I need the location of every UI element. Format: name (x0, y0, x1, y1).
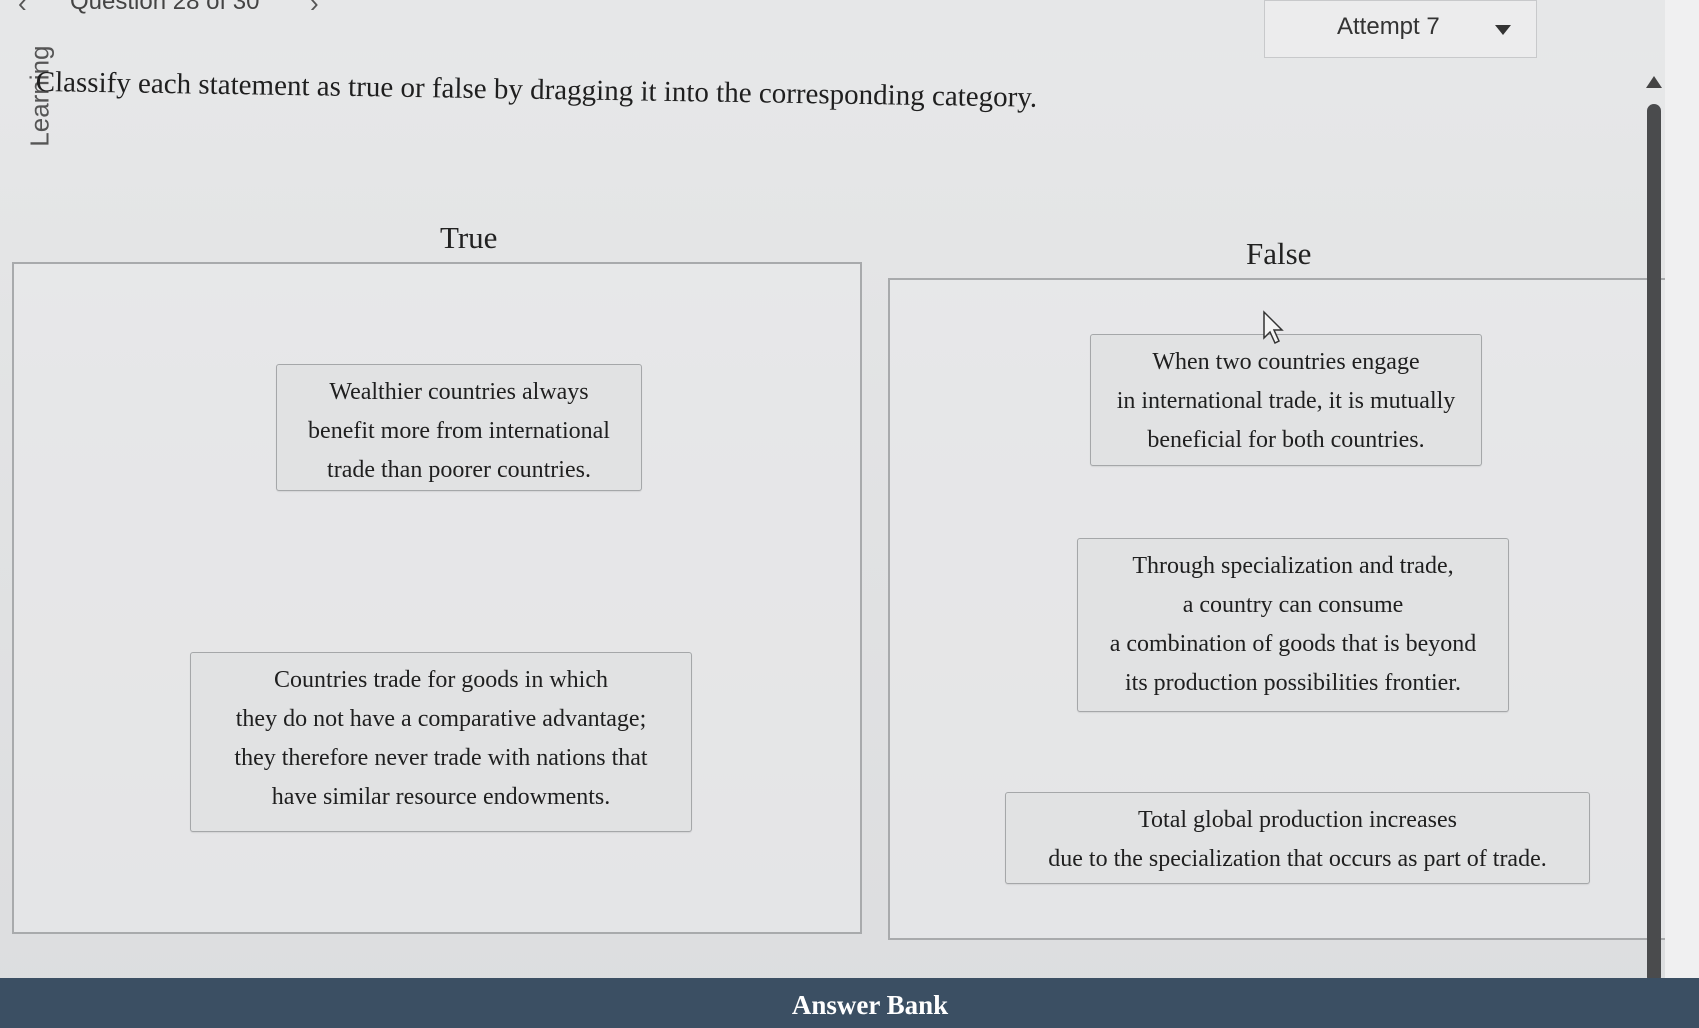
attempt-label: Attempt 7 (1337, 13, 1440, 40)
next-question-icon[interactable]: › (310, 0, 319, 19)
draggable-statement-card[interactable]: Total global production increases due to… (1005, 792, 1590, 884)
true-drop-zone[interactable] (12, 262, 862, 934)
draggable-statement-card[interactable]: Wealthier countries always benefit more … (276, 364, 642, 491)
assignment-screen: ‹ Question 28 of 30 › Attempt 7 Learning… (0, 0, 1699, 1028)
draggable-statement-card[interactable]: Through specialization and trade, a coun… (1077, 538, 1509, 712)
true-category-title: True (440, 220, 498, 255)
window-edge (1665, 0, 1699, 1028)
draggable-statement-card[interactable]: When two countries engage in internation… (1090, 334, 1482, 466)
question-counter: Question 28 of 30 (70, 0, 260, 15)
attempt-dropdown[interactable]: Attempt 7 (1264, 0, 1537, 58)
mouse-cursor-icon (1263, 310, 1284, 345)
scroll-up-icon[interactable] (1646, 76, 1662, 88)
draggable-statement-card[interactable]: Countries trade for goods in which they … (190, 652, 692, 832)
chevron-down-icon (1495, 25, 1511, 35)
question-instructions: Classify each statement as true or false… (35, 66, 1038, 114)
previous-question-icon[interactable]: ‹ (18, 0, 27, 19)
answer-bank-title: Answer Bank (791, 990, 949, 1020)
false-category-title: False (1246, 236, 1312, 271)
scrollbar-thumb[interactable] (1647, 104, 1661, 984)
